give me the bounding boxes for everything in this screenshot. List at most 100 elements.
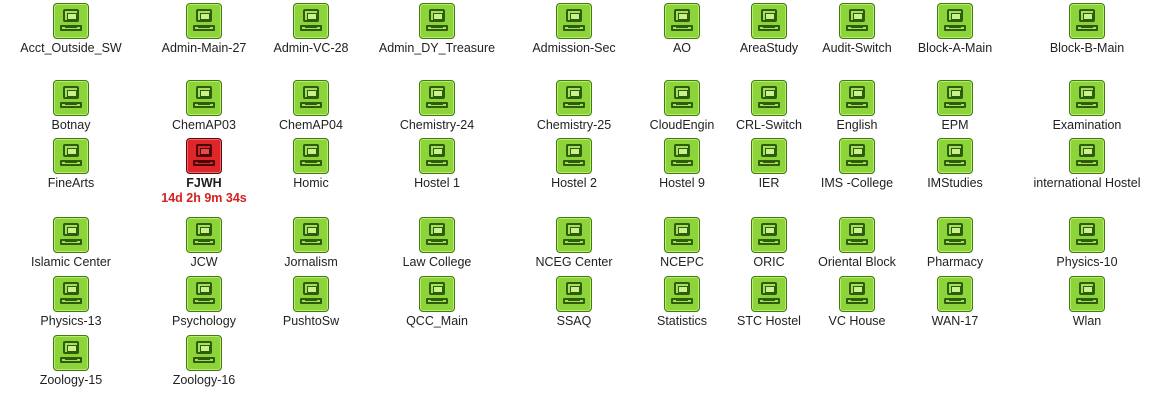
monitor-base [671, 239, 693, 245]
monitor-screen [303, 282, 319, 295]
monitor-base [193, 239, 215, 245]
computer-icon[interactable] [1069, 3, 1105, 39]
monitor-base [1076, 25, 1098, 31]
computer-icon[interactable] [293, 3, 329, 39]
monitor-screen [849, 9, 865, 22]
computer-icon[interactable] [556, 217, 592, 253]
computer-icon[interactable] [419, 138, 455, 174]
monitor-base [60, 298, 82, 304]
monitor-base [300, 25, 322, 31]
monitor-screen [196, 282, 212, 295]
computer-icon[interactable] [839, 3, 875, 39]
computer-icon[interactable] [1069, 80, 1105, 116]
monitor-screen [674, 223, 690, 236]
computer-icon[interactable] [419, 217, 455, 253]
computer-icon[interactable] [419, 276, 455, 312]
monitor-screen [63, 341, 79, 354]
computer-icon[interactable] [664, 3, 700, 39]
monitor-base [563, 160, 585, 166]
computer-icon[interactable] [556, 80, 592, 116]
monitor-base [60, 239, 82, 245]
computer-icon[interactable] [556, 276, 592, 312]
computer-icon[interactable] [751, 3, 787, 39]
device-label[interactable]: Examination [987, 117, 1154, 133]
computer-icon[interactable] [53, 80, 89, 116]
monitor-screen [429, 144, 445, 157]
computer-icon[interactable] [937, 80, 973, 116]
computer-icon[interactable] [186, 3, 222, 39]
computer-icon[interactable] [186, 217, 222, 253]
monitor-screen [947, 282, 963, 295]
computer-icon[interactable] [664, 80, 700, 116]
monitor-screen [1079, 282, 1095, 295]
monitor-screen [849, 144, 865, 157]
computer-icon[interactable] [751, 276, 787, 312]
computer-icon[interactable] [556, 3, 592, 39]
computer-icon[interactable] [419, 80, 455, 116]
monitor-screen [303, 223, 319, 236]
monitor-screen [849, 223, 865, 236]
monitor-screen [674, 86, 690, 99]
computer-icon[interactable] [839, 217, 875, 253]
computer-icon[interactable] [186, 335, 222, 371]
computer-icon[interactable] [1069, 138, 1105, 174]
monitor-screen [566, 144, 582, 157]
computer-icon[interactable] [293, 276, 329, 312]
computer-icon[interactable] [293, 80, 329, 116]
computer-icon[interactable] [1069, 217, 1105, 253]
computer-icon[interactable] [664, 138, 700, 174]
computer-icon[interactable] [293, 217, 329, 253]
device-label[interactable]: Block-B-Main [987, 40, 1154, 56]
monitor-base [846, 239, 868, 245]
monitor-screen [63, 144, 79, 157]
monitor-screen [196, 144, 212, 157]
monitor-base [193, 160, 215, 166]
computer-icon[interactable] [53, 3, 89, 39]
computer-icon[interactable] [53, 276, 89, 312]
monitor-screen [674, 282, 690, 295]
computer-icon[interactable] [186, 138, 222, 174]
device-label[interactable]: Physics-10 [987, 254, 1154, 270]
computer-icon[interactable] [1069, 276, 1105, 312]
monitor-screen [761, 223, 777, 236]
computer-icon[interactable] [751, 217, 787, 253]
computer-icon[interactable] [186, 80, 222, 116]
monitor-screen [566, 86, 582, 99]
device-label[interactable]: Zoology-16 [104, 372, 304, 388]
monitor-screen [196, 223, 212, 236]
computer-icon[interactable] [419, 3, 455, 39]
monitor-screen [1079, 144, 1095, 157]
computer-icon[interactable] [53, 335, 89, 371]
monitor-screen [849, 86, 865, 99]
computer-icon[interactable] [293, 138, 329, 174]
device-label[interactable]: Wlan [987, 313, 1154, 329]
monitor-screen [761, 9, 777, 22]
monitor-screen [566, 9, 582, 22]
computer-icon[interactable] [664, 217, 700, 253]
computer-icon[interactable] [839, 138, 875, 174]
computer-icon[interactable] [839, 276, 875, 312]
monitor-screen [674, 9, 690, 22]
monitor-base [758, 160, 780, 166]
computer-icon[interactable] [751, 138, 787, 174]
monitor-base [193, 102, 215, 108]
computer-icon[interactable] [937, 3, 973, 39]
computer-icon[interactable] [937, 217, 973, 253]
computer-icon[interactable] [53, 217, 89, 253]
monitor-screen [947, 144, 963, 157]
computer-icon[interactable] [937, 276, 973, 312]
monitor-screen [63, 9, 79, 22]
monitor-base [671, 102, 693, 108]
computer-icon[interactable] [937, 138, 973, 174]
monitor-base [563, 239, 585, 245]
computer-icon[interactable] [839, 80, 875, 116]
computer-icon[interactable] [751, 80, 787, 116]
monitor-base [60, 102, 82, 108]
monitor-screen [429, 86, 445, 99]
computer-icon[interactable] [556, 138, 592, 174]
computer-icon[interactable] [664, 276, 700, 312]
monitor-base [944, 298, 966, 304]
computer-icon[interactable] [53, 138, 89, 174]
computer-icon[interactable] [186, 276, 222, 312]
device-label[interactable]: international Hostel [987, 175, 1154, 191]
